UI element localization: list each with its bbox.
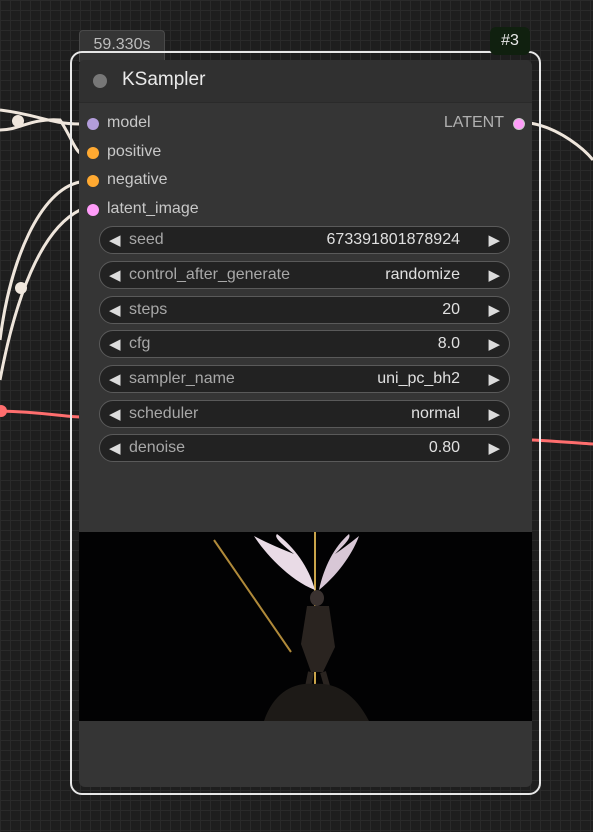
increment-arrow-icon[interactable]: ▶ bbox=[488, 439, 500, 457]
widget-scheduler[interactable]: ◀ scheduler normal ▶ bbox=[99, 400, 510, 428]
widget-name: control_after_generate bbox=[129, 266, 290, 283]
input-slot-negative[interactable]: negative bbox=[79, 169, 532, 193]
decrement-arrow-icon[interactable]: ◀ bbox=[109, 405, 121, 423]
widget-value[interactable]: 673391801878924 bbox=[327, 231, 460, 249]
decrement-arrow-icon[interactable]: ◀ bbox=[109, 301, 121, 319]
decrement-arrow-icon[interactable]: ◀ bbox=[109, 266, 121, 284]
widget-value[interactable]: randomize bbox=[385, 266, 460, 284]
widget-denoise[interactable]: ◀ denoise 0.80 ▶ bbox=[99, 434, 510, 462]
widget-value[interactable]: uni_pc_bh2 bbox=[377, 370, 460, 388]
node-id-badge: #3 bbox=[490, 27, 530, 55]
widget-name: steps bbox=[129, 301, 168, 318]
negative-slot-icon[interactable] bbox=[87, 175, 99, 187]
ksampler-node[interactable]: KSampler model LATENT positive negative … bbox=[79, 60, 532, 787]
widget-seed[interactable]: ◀ seed 673391801878924 ▶ bbox=[99, 226, 510, 254]
input-label: negative bbox=[107, 171, 168, 188]
widget-name: sampler_name bbox=[129, 370, 235, 387]
input-slot-latent-image[interactable]: latent_image bbox=[79, 198, 532, 222]
widget-name: scheduler bbox=[129, 405, 199, 422]
decrement-arrow-icon[interactable]: ◀ bbox=[109, 370, 121, 388]
decrement-arrow-icon[interactable]: ◀ bbox=[109, 231, 121, 249]
input-slot-positive[interactable]: positive bbox=[79, 141, 532, 165]
output-label: LATENT bbox=[443, 114, 504, 131]
widget-name: cfg bbox=[129, 335, 151, 352]
increment-arrow-icon[interactable]: ▶ bbox=[488, 231, 500, 249]
winged-warrior-image bbox=[79, 532, 532, 721]
preview-image bbox=[79, 532, 532, 721]
widget-steps[interactable]: ◀ steps 20 ▶ bbox=[99, 296, 510, 324]
widget-value[interactable]: 8.0 bbox=[438, 335, 460, 353]
node-collapse-dot-icon[interactable] bbox=[93, 74, 107, 88]
node-title-bar[interactable]: KSampler bbox=[79, 60, 532, 103]
widget-name: seed bbox=[129, 231, 164, 248]
model-slot-icon[interactable] bbox=[87, 118, 99, 130]
node-title: KSampler bbox=[122, 69, 206, 90]
widget-value[interactable]: 0.80 bbox=[429, 439, 460, 457]
increment-arrow-icon[interactable]: ▶ bbox=[488, 301, 500, 319]
latent-output-slot-icon[interactable] bbox=[513, 118, 525, 130]
increment-arrow-icon[interactable]: ▶ bbox=[488, 370, 500, 388]
widget-value[interactable]: 20 bbox=[442, 301, 460, 319]
increment-arrow-icon[interactable]: ▶ bbox=[488, 405, 500, 423]
widget-value[interactable]: normal bbox=[411, 405, 460, 423]
node-id: #3 bbox=[501, 32, 519, 49]
input-label: latent_image bbox=[107, 200, 199, 217]
input-label: model bbox=[107, 114, 151, 131]
input-slot-model[interactable]: model LATENT bbox=[79, 112, 532, 136]
widget-sampler-name[interactable]: ◀ sampler_name uni_pc_bh2 ▶ bbox=[99, 365, 510, 393]
decrement-arrow-icon[interactable]: ◀ bbox=[109, 335, 121, 353]
widget-cfg[interactable]: ◀ cfg 8.0 ▶ bbox=[99, 330, 510, 358]
latent-image-slot-icon[interactable] bbox=[87, 204, 99, 216]
increment-arrow-icon[interactable]: ▶ bbox=[488, 335, 500, 353]
widget-control-after-generate[interactable]: ◀ control_after_generate randomize ▶ bbox=[99, 261, 510, 289]
widget-name: denoise bbox=[129, 439, 186, 456]
decrement-arrow-icon[interactable]: ◀ bbox=[109, 439, 121, 457]
increment-arrow-icon[interactable]: ▶ bbox=[488, 266, 500, 284]
input-label: positive bbox=[107, 143, 162, 160]
positive-slot-icon[interactable] bbox=[87, 147, 99, 159]
